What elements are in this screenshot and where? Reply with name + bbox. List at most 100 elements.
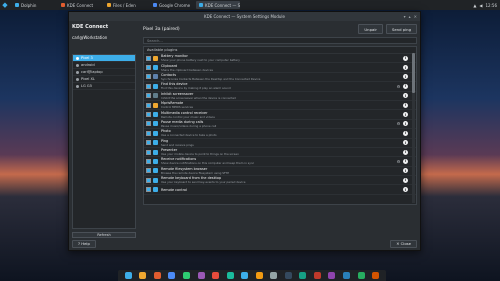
plugin-enable-checkbox[interactable] [146, 140, 151, 146]
plugin-row[interactable]: Multimedia control receiver Remote contro… [144, 110, 416, 120]
task-label: Files / Eden [113, 2, 136, 8]
plugin-description: Show device notifications on this comput… [161, 161, 255, 166]
device-list-item[interactable]: android [73, 62, 135, 69]
plugin-enable-checkbox[interactable] [146, 121, 151, 127]
plugin-enable-checkbox[interactable] [146, 83, 151, 89]
dock-app-icon[interactable] [168, 272, 176, 279]
taskbar-task[interactable]: Files / Eden [104, 1, 148, 9]
plugin-info-icon[interactable]: i [403, 158, 408, 164]
unpair-button[interactable]: Unpair [358, 24, 383, 34]
plugin-info-icon[interactable]: i [403, 168, 408, 174]
dock-app-icon[interactable] [284, 272, 292, 279]
configure-plugin-icon[interactable]: ⚙ [396, 121, 401, 126]
plugin-info-icon[interactable]: i [403, 65, 408, 71]
plugin-row[interactable]: Find this device Find this device by maki… [144, 82, 416, 92]
dock-app-icon[interactable] [357, 272, 365, 279]
plugin-row[interactable]: Remote control i [144, 185, 416, 195]
plugin-icon [153, 93, 158, 99]
device-list-item[interactable]: Pixel 3 [73, 55, 135, 62]
plugin-info-icon[interactable]: i [403, 55, 408, 61]
maximize-icon[interactable]: ▴ [409, 14, 411, 19]
dock-app-icon[interactable] [270, 272, 278, 279]
taskbar-task[interactable]: KDE Connect — System Settings [196, 1, 240, 9]
plugin-row[interactable]: MprisRemote Control MPRIS services i [144, 101, 416, 111]
device-icon [76, 56, 79, 60]
plugin-row[interactable]: Battery monitor Show your phone battery n… [144, 54, 416, 64]
plugin-info-icon[interactable]: i [403, 177, 408, 183]
dock-app-icon[interactable] [139, 272, 147, 279]
minimize-icon[interactable]: ▾ [404, 14, 406, 19]
device-list-item[interactable]: carl@laptop [73, 69, 135, 76]
configure-plugin-icon[interactable]: ⚙ [396, 84, 401, 89]
send-ping-button[interactable]: Send ping [385, 24, 417, 34]
plugin-row[interactable]: Photo Use a connected device to take a ph… [144, 129, 416, 139]
plugin-enable-checkbox[interactable] [146, 168, 151, 174]
dock-app-icon[interactable] [372, 272, 380, 279]
plugin-info-icon[interactable]: i [403, 130, 408, 136]
this-device-name[interactable]: carl@Workstation [72, 35, 136, 40]
plugin-row[interactable]: Ping Send and receive pings i [144, 139, 416, 148]
plugin-enable-checkbox[interactable] [146, 65, 151, 71]
plugin-row[interactable]: Inhibit screensaver Inhibit the screensav… [144, 92, 416, 101]
configure-plugin-icon[interactable]: ⚙ [396, 159, 401, 164]
network-icon[interactable]: ▲ [473, 3, 476, 8]
taskbar-task[interactable]: Dolphin [12, 1, 56, 9]
refresh-button[interactable]: Refresh [72, 232, 136, 238]
dock-app-icon[interactable] [328, 272, 336, 279]
scrollbar-thumb[interactable] [412, 53, 415, 93]
plugin-list-scrollbar[interactable] [412, 53, 415, 203]
plugin-enable-checkbox[interactable] [146, 55, 151, 61]
plugin-info-icon[interactable]: i [403, 112, 408, 118]
plugin-info-icon[interactable]: i [403, 187, 408, 193]
clock[interactable]: 12:56 [485, 3, 497, 8]
dock-app-icon[interactable] [241, 272, 249, 279]
plugin-search-input[interactable]: Search... [143, 37, 417, 44]
settings-window: KDE Connect — System Settings Module ▾ ▴… [68, 11, 421, 251]
plugin-enable-checkbox[interactable] [146, 158, 151, 164]
plugin-info-icon[interactable]: i [403, 121, 408, 127]
help-button[interactable]: ? Help [72, 239, 96, 248]
application-launcher-icon[interactable]: ◆ [0, 0, 10, 10]
plugin-info-icon[interactable]: i [403, 83, 408, 89]
taskbar-task[interactable]: Google Chrome [150, 1, 194, 9]
dock-app-icon[interactable] [299, 272, 307, 279]
device-list-item[interactable]: Pixel XL [73, 76, 135, 83]
device-list-item[interactable]: LG G5 [73, 83, 135, 90]
plugin-row[interactable]: Contacts Synchronize Contacts Between the… [144, 73, 416, 83]
close-icon[interactable]: ✕ [414, 14, 417, 19]
plugin-enable-checkbox[interactable] [146, 187, 151, 193]
dock-app-icon[interactable] [212, 272, 220, 279]
plugin-info-icon[interactable]: i [403, 102, 408, 108]
dock-app-icon[interactable] [153, 272, 161, 279]
dock-app-icon[interactable] [313, 272, 321, 279]
plugin-enable-checkbox[interactable] [146, 177, 151, 183]
device-label: Pixel XL [81, 77, 95, 81]
plugin-enable-checkbox[interactable] [146, 74, 151, 80]
window-titlebar[interactable]: KDE Connect — System Settings Module ▾ ▴… [69, 12, 420, 21]
plugin-info-icon[interactable]: i [403, 74, 408, 80]
plugin-enable-checkbox[interactable] [146, 102, 151, 108]
dock-app-icon[interactable] [226, 272, 234, 279]
plugin-info-icon[interactable]: i [403, 93, 408, 99]
dock-app-icon[interactable] [124, 272, 132, 279]
plugin-info-icon[interactable]: i [403, 149, 408, 155]
plugin-enable-checkbox[interactable] [146, 130, 151, 136]
app-icon [107, 3, 111, 7]
dock-app-icon[interactable] [255, 272, 263, 279]
plugin-row[interactable]: Pause media during calls Pause music/vide… [144, 120, 416, 130]
volume-icon[interactable]: ◀ [479, 3, 482, 8]
dock-app-icon[interactable] [342, 272, 350, 279]
plugin-row[interactable]: Clipboard Share the clipboard between dev… [144, 63, 416, 73]
plugin-enable-checkbox[interactable] [146, 93, 151, 99]
dock-app-icon[interactable] [197, 272, 205, 279]
plugin-row[interactable]: Remote filesystem browser Browse the remo… [144, 167, 416, 177]
taskbar-task[interactable]: KDE Connect [58, 1, 102, 9]
dock-app-icon[interactable] [182, 272, 190, 279]
plugin-row[interactable]: Presenter Use your mobile device to point… [144, 148, 416, 158]
plugin-enable-checkbox[interactable] [146, 149, 151, 155]
plugin-row[interactable]: Receive notifications Show device notific… [144, 157, 416, 167]
plugin-enable-checkbox[interactable] [146, 112, 151, 118]
plugin-info-icon[interactable]: i [403, 140, 408, 146]
plugin-row[interactable]: Remote keyboard from the desktop Use your… [144, 176, 416, 186]
close-button[interactable]: ✕ Close [390, 239, 417, 248]
